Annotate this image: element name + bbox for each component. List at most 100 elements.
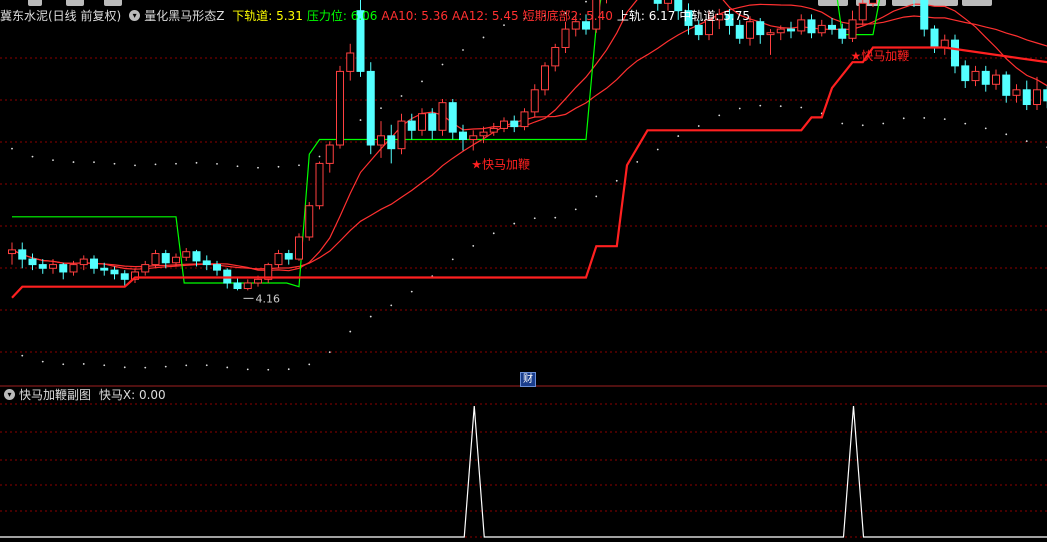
lower-band-dot bbox=[349, 330, 352, 333]
candle-down bbox=[653, 0, 662, 4]
lower-band-dot bbox=[21, 354, 24, 357]
candle-down bbox=[202, 260, 211, 266]
lower-band-dot bbox=[410, 290, 413, 293]
chevron-down-icon[interactable]: ▾ bbox=[129, 10, 141, 21]
candle-up bbox=[377, 135, 385, 146]
candle-up bbox=[500, 120, 508, 129]
indicator-value: 6.17 bbox=[648, 9, 676, 23]
lower-band-dot bbox=[164, 365, 167, 368]
lower-band-dot bbox=[882, 122, 885, 125]
indicator-value: 5.75 bbox=[723, 9, 750, 23]
candle-down bbox=[100, 267, 109, 271]
candle-down bbox=[407, 120, 416, 131]
candle-down bbox=[387, 135, 396, 150]
upper-band-dot bbox=[585, 0, 587, 3]
candle-up bbox=[551, 46, 560, 67]
candle-up bbox=[530, 89, 539, 113]
indicator-label: 中轨道: bbox=[679, 9, 724, 23]
pressure-line bbox=[12, 0, 881, 288]
lower-band-dot bbox=[82, 363, 85, 365]
upper-band-dot bbox=[318, 155, 321, 158]
upper-band-dot bbox=[134, 164, 136, 167]
indicator-label: AA10: bbox=[381, 9, 422, 23]
upper-band-dot bbox=[93, 161, 95, 164]
signal-label: ★快马加鞭 bbox=[471, 158, 530, 172]
lower-band-dot bbox=[205, 364, 208, 367]
candle-down bbox=[284, 253, 293, 260]
lower-band-dot bbox=[472, 245, 475, 247]
lower-band-dot bbox=[964, 122, 967, 125]
lower-band-dot bbox=[41, 360, 44, 363]
upper-band-dot bbox=[277, 165, 280, 168]
lower-band-dot bbox=[246, 368, 249, 371]
lower-band-dot bbox=[1025, 140, 1028, 143]
indicator-value: 5.36 bbox=[421, 9, 449, 23]
indicator-label: 下轨道: bbox=[232, 9, 277, 23]
candle-down bbox=[28, 258, 37, 266]
signal-peak-line bbox=[0, 405, 1047, 538]
candle-up bbox=[479, 131, 488, 137]
lower-band-dot bbox=[1005, 133, 1008, 136]
main-chart[interactable]: 6.334.16★快马加鞭★快马加鞭 bbox=[0, 0, 1047, 387]
candle-down bbox=[59, 264, 68, 273]
lower-band-dot bbox=[308, 363, 311, 366]
candle-up bbox=[254, 278, 262, 284]
lower-band-dot bbox=[615, 179, 618, 182]
candle-up bbox=[243, 282, 252, 290]
candle-up bbox=[541, 65, 549, 91]
upper-band-dot bbox=[31, 155, 34, 158]
candle-up bbox=[489, 127, 498, 133]
candle-down bbox=[233, 282, 242, 290]
candle-up bbox=[776, 28, 785, 34]
candle-up bbox=[561, 28, 570, 48]
chevron-down-icon[interactable]: ▾ bbox=[4, 389, 15, 400]
candle-up bbox=[664, 0, 672, 4]
candle-up bbox=[1012, 89, 1021, 96]
candle-down bbox=[930, 28, 939, 48]
stock-title: 冀东水泥(日线 前复权) bbox=[0, 9, 122, 23]
upper-band-dot bbox=[400, 95, 403, 97]
indicator-value: 5.45 bbox=[491, 9, 519, 23]
upper-band-dot bbox=[298, 164, 300, 167]
candle-down bbox=[1002, 74, 1011, 96]
lower-band-dot bbox=[697, 125, 700, 127]
candle-up bbox=[848, 19, 857, 39]
lower-band-dot bbox=[984, 127, 987, 130]
lower-band-dot bbox=[267, 368, 270, 371]
candle-down bbox=[366, 70, 375, 146]
lower-band-dot bbox=[636, 161, 639, 163]
lower-band-dot bbox=[226, 366, 229, 369]
candle-up bbox=[858, 2, 867, 21]
lower-band-dot bbox=[451, 258, 454, 261]
upper-band-dot bbox=[195, 161, 198, 164]
candle-down bbox=[161, 253, 170, 264]
candle-up bbox=[397, 120, 406, 150]
candle-up bbox=[69, 264, 78, 273]
candle-down bbox=[694, 24, 703, 36]
candle-up bbox=[315, 162, 324, 207]
indicator-value: 5.40 bbox=[586, 9, 613, 23]
lower-band-dot bbox=[287, 368, 290, 371]
sub-indicator-value: 0.00 bbox=[138, 388, 166, 402]
lower-band-dot bbox=[574, 208, 577, 211]
main-header: 冀东水泥(日线 前复权) ▾ 量化黑马形态Z 下轨道: 5.31 压力位: 6.06 A… bbox=[0, 6, 758, 26]
candle-down bbox=[787, 28, 795, 32]
finance-badge[interactable]: 财 bbox=[520, 372, 536, 387]
lower-band-dot bbox=[779, 105, 782, 108]
upper-band-dot bbox=[72, 161, 75, 163]
candle-up bbox=[817, 24, 826, 34]
candle-down bbox=[110, 269, 119, 275]
candle-up bbox=[141, 264, 150, 273]
candle-up bbox=[940, 39, 949, 48]
signal-label: ★快马加鞭 bbox=[851, 49, 910, 63]
candle-up bbox=[49, 264, 57, 269]
candle-down bbox=[807, 19, 816, 34]
candle-down bbox=[18, 249, 27, 260]
low-price-label: 4.16 bbox=[256, 292, 281, 305]
lower-band-dot bbox=[718, 114, 721, 117]
sub-chart[interactable] bbox=[0, 387, 1047, 542]
sub-indicator-name: 快马加鞭副图 bbox=[19, 388, 92, 402]
candle-up bbox=[8, 249, 16, 255]
indicator-label: 上轨: bbox=[616, 9, 649, 23]
upper-band-dot bbox=[175, 162, 177, 165]
